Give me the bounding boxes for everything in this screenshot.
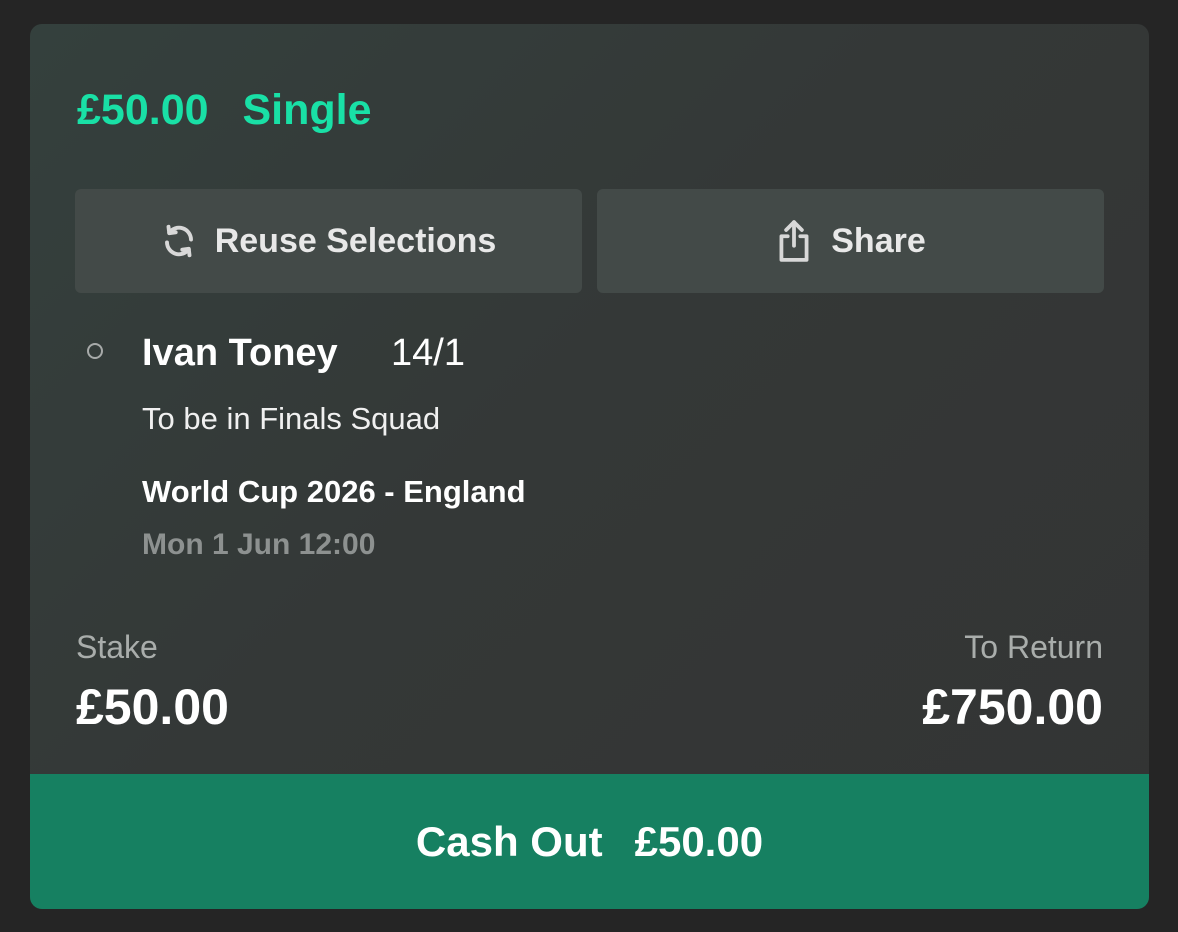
bet-card: £50.00 Single Reuse Selections Share Iva…: [30, 24, 1149, 909]
reuse-selections-label: Reuse Selections: [214, 221, 497, 260]
selection-name: Ivan Toney: [142, 332, 338, 374]
selection-market: To be in Finals Squad: [142, 401, 441, 436]
return-label: To Return: [964, 629, 1103, 665]
bet-type: Single: [242, 86, 372, 134]
cash-out-button[interactable]: Cash Out £50.00: [30, 774, 1149, 909]
cash-out-amount: £50.00: [634, 817, 764, 865]
bet-amount: £50.00: [77, 86, 209, 134]
selection-event: World Cup 2026 - England: [142, 474, 526, 509]
selection-status-icon: [87, 343, 103, 359]
stake-label: Stake: [76, 629, 158, 665]
selection-odds: 14/1: [391, 332, 465, 374]
bet-header: £50.00 Single: [77, 86, 372, 135]
return-value: £750.00: [922, 679, 1103, 735]
cash-out-label: Cash Out: [415, 817, 603, 865]
share-button[interactable]: Share: [597, 189, 1104, 293]
refresh-icon: [161, 223, 197, 259]
share-icon: [775, 219, 813, 263]
reuse-selections-button[interactable]: Reuse Selections: [75, 189, 582, 293]
stake-value: £50.00: [76, 679, 229, 735]
share-label: Share: [831, 221, 926, 260]
selection-datetime: Mon 1 Jun 12:00: [142, 528, 376, 561]
